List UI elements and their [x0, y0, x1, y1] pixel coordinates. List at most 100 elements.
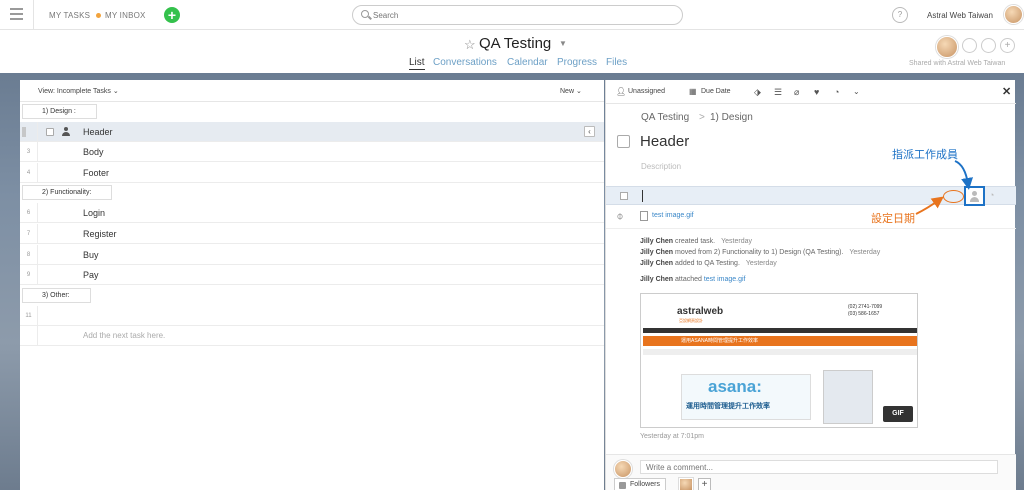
text-cursor: [642, 190, 643, 202]
due-date-icon[interactable]: ◔: [989, 190, 994, 200]
complete-checkbox[interactable]: [617, 135, 630, 148]
gif-image: astralweb 亞設網頁設計 (02) 2741-7099 (03) 586…: [643, 296, 917, 427]
tab-calendar[interactable]: Calendar: [507, 57, 548, 68]
list-header: View: Incomplete Tasks ⌄ New ⌄: [20, 80, 604, 102]
row-number: 7: [20, 224, 38, 244]
gif-brand: astralweb: [677, 306, 724, 317]
task-list-pane: View: Incomplete Tasks ⌄ New ⌄ 1) Design…: [20, 80, 604, 490]
due-date-button[interactable]: Due Date: [701, 88, 731, 95]
divider: [606, 228, 1016, 229]
assign-member-icon[interactable]: [964, 186, 985, 206]
story-item: Jilly Chen created task. Yesterday: [640, 238, 752, 245]
add-task-row[interactable]: Add the next task here.: [20, 326, 604, 346]
task-title[interactable]: Header: [640, 133, 689, 150]
breadcrumb-project[interactable]: QA Testing: [641, 112, 689, 123]
subtask-row[interactable]: ◔: [606, 186, 1016, 206]
attachment-timestamp: Yesterday at 7:01pm: [640, 433, 704, 440]
drag-handle-icon[interactable]: [22, 127, 26, 137]
task-detail-pane: 👤︎ Unassigned ▦ Due Date ⬗ ☰ ⌀ ♥ ◔ ⌄ ✕ Q…: [605, 80, 1016, 490]
row-number: 8: [20, 245, 38, 265]
attachment-link[interactable]: test image.gif: [704, 276, 746, 283]
tab-conversations[interactable]: Conversations: [433, 57, 497, 68]
gif-phone: (02) 2741-7099: [848, 304, 883, 310]
tag-icon[interactable]: ⬗: [754, 87, 761, 98]
section-row[interactable]: 2) Functionality:: [20, 183, 604, 203]
task-name[interactable]: Register: [83, 229, 117, 239]
member-avatar[interactable]: [936, 36, 958, 58]
gif-badge: GIF: [883, 406, 913, 422]
assignee-button[interactable]: Unassigned: [628, 88, 665, 95]
tab-files[interactable]: Files: [606, 57, 627, 68]
divider: [33, 0, 34, 30]
followers-button[interactable]: Followers: [614, 478, 666, 490]
star-icon[interactable]: ☆: [464, 37, 476, 53]
search-icon: [361, 10, 369, 18]
table-row[interactable]: Header ‹: [20, 122, 604, 142]
section-header[interactable]: 3) Other:: [22, 288, 91, 303]
table-row[interactable]: 3 Body: [20, 142, 604, 162]
chevron-left-icon[interactable]: ‹: [584, 126, 595, 137]
person-icon: 👤︎: [616, 87, 627, 96]
heart-icon[interactable]: ♥: [814, 87, 819, 97]
table-row[interactable]: 9 Pay: [20, 265, 604, 285]
row-number: 4: [20, 163, 38, 183]
due-date-highlight[interactable]: [943, 190, 964, 203]
assignee-icon[interactable]: [62, 127, 70, 137]
description-field[interactable]: Description: [641, 162, 681, 171]
member-placeholder-icon[interactable]: [981, 38, 996, 53]
add-follower-button[interactable]: +: [698, 478, 711, 490]
story-item: Jilly Chen moved from 2) Functionality t…: [640, 249, 881, 256]
task-name[interactable]: Header: [83, 127, 113, 137]
project-title[interactable]: QA Testing: [479, 35, 551, 52]
add-member-button[interactable]: +: [1000, 38, 1015, 53]
attachment-icon[interactable]: ⌀: [794, 87, 799, 98]
story-item: Jilly Chen added to QA Testing. Yesterday: [640, 260, 777, 267]
comment-input[interactable]: [640, 460, 998, 474]
new-task-dropdown[interactable]: New ⌄: [560, 87, 582, 95]
section-row[interactable]: 3) Other:: [20, 286, 604, 306]
follower-avatar[interactable]: [679, 478, 693, 490]
task-name[interactable]: Pay: [83, 270, 99, 280]
tab-list[interactable]: List: [409, 57, 425, 70]
table-row[interactable]: 7 Register: [20, 224, 604, 244]
gif-subnav: [643, 349, 917, 355]
section-header[interactable]: 2) Functionality:: [22, 185, 113, 200]
task-name[interactable]: Body: [83, 147, 104, 157]
member-placeholder-icon[interactable]: [962, 38, 977, 53]
calendar-icon: ▦: [689, 87, 697, 96]
close-icon[interactable]: ✕: [1002, 85, 1011, 98]
help-button[interactable]: ?: [892, 7, 908, 23]
section-row[interactable]: 1) Design :: [20, 102, 604, 122]
add-task-placeholder[interactable]: Add the next task here.: [83, 331, 165, 340]
menu-icon[interactable]: [10, 8, 23, 20]
section-header[interactable]: 1) Design :: [22, 104, 97, 119]
chevron-down-icon[interactable]: ⌄: [853, 87, 860, 96]
task-name[interactable]: Login: [83, 208, 105, 218]
my-tasks-link[interactable]: MY TASKS: [49, 11, 90, 20]
breadcrumb-section[interactable]: 1) Design: [710, 112, 753, 123]
row-number: 3: [20, 142, 38, 162]
gif-promo: asana: 運用時間管理提升工作效率: [681, 374, 811, 420]
user-avatar[interactable]: [1004, 5, 1023, 24]
chevron-down-icon[interactable]: ▼: [559, 39, 567, 48]
task-checkbox[interactable]: [46, 128, 54, 136]
follow-icon: [619, 482, 626, 489]
workspace-name[interactable]: Astral Web Taiwan: [927, 11, 993, 20]
attachment-preview[interactable]: astralweb 亞設網頁設計 (02) 2741-7099 (03) 586…: [640, 293, 918, 428]
table-row[interactable]: 6 Login: [20, 203, 604, 223]
table-row[interactable]: 8 Buy: [20, 245, 604, 265]
search-input[interactable]: [373, 8, 673, 22]
table-row[interactable]: 11: [20, 306, 604, 326]
task-name[interactable]: Buy: [83, 250, 99, 260]
task-name[interactable]: Footer: [83, 168, 109, 178]
quick-add-button[interactable]: +: [164, 7, 180, 23]
attachment-link[interactable]: test image.gif: [652, 212, 694, 219]
table-row[interactable]: 4 Footer: [20, 163, 604, 183]
subtask-icon[interactable]: ☰: [774, 87, 782, 98]
tab-progress[interactable]: Progress: [557, 57, 597, 68]
search-bar[interactable]: [352, 5, 683, 25]
subtask-checkbox[interactable]: [620, 192, 628, 200]
timer-icon[interactable]: ◔: [834, 87, 839, 97]
my-inbox-link[interactable]: MY INBOX: [105, 11, 146, 20]
view-filter-dropdown[interactable]: View: Incomplete Tasks ⌄: [38, 87, 119, 95]
